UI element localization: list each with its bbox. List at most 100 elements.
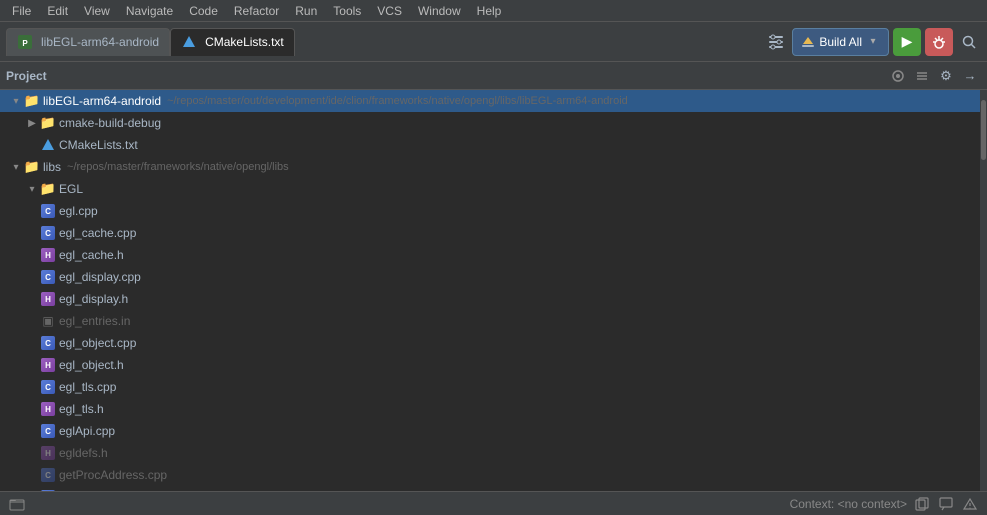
menu-run[interactable]: Run	[287, 2, 325, 20]
run-icon: ▶	[902, 33, 913, 50]
tree-item-egldefs-h[interactable]: H egldefs.h	[0, 442, 980, 464]
egldefs-h-label: egldefs.h	[59, 446, 108, 460]
build-dropdown-arrow[interactable]: ▾	[866, 35, 880, 49]
tree-item-getProcAddress-cpp[interactable]: C getProcAddress.cpp	[0, 464, 980, 486]
scrollbar[interactable]	[980, 90, 987, 491]
tab-project[interactable]: P libEGL-arm64-android	[6, 28, 170, 56]
panel-close-icon[interactable]: →	[959, 65, 981, 87]
tree-root-label: libEGL-arm64-android	[43, 94, 161, 108]
statusbar-folder-icon[interactable]	[8, 495, 26, 513]
h-icon-egl-object: H	[40, 357, 56, 373]
project-panel-label: Project	[6, 69, 47, 83]
egl-display-cpp-label: egl_display.cpp	[59, 270, 141, 284]
tree-item-egl-entries-in[interactable]: ▣ egl_entries.in	[0, 310, 980, 332]
tree-item-root[interactable]: ▾ 📁 libEGL-arm64-android ~/repos/master/…	[0, 90, 980, 112]
build-all-label: Build All	[819, 35, 862, 49]
cmake-file-icon	[40, 137, 56, 153]
eglApi-cpp-label: eglApi.cpp	[59, 424, 115, 438]
folder-icon-root: 📁	[24, 93, 40, 109]
h-icon-egldefs: H	[40, 445, 56, 461]
panel-gear-icon[interactable]: ⚙	[935, 65, 957, 87]
toolbar-right: Build All ▾ ▶	[764, 28, 981, 56]
project-tree[interactable]: ▾ 📁 libEGL-arm64-android ~/repos/master/…	[0, 90, 980, 491]
cpp-icon-egl-cache: C	[40, 225, 56, 241]
tree-item-egl-display-h[interactable]: H egl_display.h	[0, 288, 980, 310]
panel-collapse-icon[interactable]	[911, 65, 933, 87]
menu-vcs[interactable]: VCS	[369, 2, 410, 20]
menubar: File Edit View Navigate Code Refactor Ru…	[0, 0, 987, 22]
tree-item-egl-cache-h[interactable]: H egl_cache.h	[0, 244, 980, 266]
tree-item-libs[interactable]: ▾ 📁 libs ~/repos/master/frameworks/nativ…	[0, 156, 980, 178]
tree-item-egl-display-cpp[interactable]: C egl_display.cpp	[0, 266, 980, 288]
libs-label: libs	[43, 160, 61, 174]
egl-cpp-label: egl.cpp	[59, 204, 98, 218]
getProcAddress-cpp-label: getProcAddress.cpp	[59, 468, 167, 482]
cmakelists-label: CMakeLists.txt	[59, 138, 138, 152]
tab-cmake-label: CMakeLists.txt	[205, 35, 284, 49]
egl-cache-cpp-label: egl_cache.cpp	[59, 226, 136, 240]
folder-icon-cmake-build: 📁	[40, 115, 56, 131]
menu-tools[interactable]: Tools	[325, 2, 369, 20]
panel-settings-icon[interactable]	[887, 65, 909, 87]
toolbar: P libEGL-arm64-android CMakeLists.txt	[0, 22, 987, 62]
tree-item-cmakelists[interactable]: CMakeLists.txt	[0, 134, 980, 156]
statusbar-copy-icon[interactable]	[913, 495, 931, 513]
expand-libs[interactable]: ▾	[8, 159, 24, 175]
EGL-label: EGL	[59, 182, 83, 196]
statusbar: Context: <no context>	[0, 491, 987, 515]
statusbar-left	[8, 495, 26, 513]
context-label: Context: <no context>	[790, 497, 907, 511]
menu-view[interactable]: View	[76, 2, 118, 20]
expand-root[interactable]: ▾	[8, 93, 24, 109]
statusbar-warning-icon[interactable]	[961, 495, 979, 513]
tab-cmake[interactable]: CMakeLists.txt	[170, 28, 295, 56]
svg-text:P: P	[22, 39, 28, 48]
egl-tls-cpp-label: egl_tls.cpp	[59, 380, 116, 394]
cpp-icon-eglApi: C	[40, 423, 56, 439]
tree-item-egl-cache-cpp[interactable]: C egl_cache.cpp	[0, 222, 980, 244]
egl-tls-h-label: egl_tls.h	[59, 402, 104, 416]
cpp-icon-egl-tls: C	[40, 379, 56, 395]
cpp-icon-egl-display: C	[40, 269, 56, 285]
menu-code[interactable]: Code	[181, 2, 226, 20]
tree-item-egl-object-cpp[interactable]: C egl_object.cpp	[0, 332, 980, 354]
tab-bar: P libEGL-arm64-android CMakeLists.txt	[6, 28, 381, 56]
run-button[interactable]: ▶	[893, 28, 921, 56]
statusbar-right: Context: <no context>	[790, 495, 979, 513]
build-all-button[interactable]: Build All ▾	[792, 28, 889, 56]
tree-item-egl-tls-h[interactable]: H egl_tls.h	[0, 398, 980, 420]
cmake-build-label: cmake-build-debug	[59, 116, 161, 130]
cpp-icon-egl: C	[40, 203, 56, 219]
scrollbar-thumb[interactable]	[981, 100, 986, 160]
menu-window[interactable]: Window	[410, 2, 469, 20]
h-icon-egl-cache: H	[40, 247, 56, 263]
tree-root-path: ~/repos/master/out/development/ide/clion…	[167, 95, 628, 107]
tree-item-EGL[interactable]: ▾ 📁 EGL	[0, 178, 980, 200]
expand-cmake-build[interactable]: ▶	[24, 115, 40, 131]
h-icon-egl-tls: H	[40, 401, 56, 417]
egl-entries-in-label: egl_entries.in	[59, 314, 130, 328]
egl-cache-h-label: egl_cache.h	[59, 248, 124, 262]
tree-item-egl-object-h[interactable]: H egl_object.h	[0, 354, 980, 376]
project-icon: P	[17, 34, 33, 50]
menu-edit[interactable]: Edit	[39, 2, 76, 20]
tree-item-cmake-build-debug[interactable]: ▶ 📁 cmake-build-debug	[0, 112, 980, 134]
menu-refactor[interactable]: Refactor	[226, 2, 287, 20]
menu-file[interactable]: File	[4, 2, 39, 20]
expand-EGL[interactable]: ▾	[24, 181, 40, 197]
toolbar-settings-icon[interactable]	[764, 30, 788, 54]
tree-item-eglApi-cpp[interactable]: C eglApi.cpp	[0, 420, 980, 442]
menu-help[interactable]: Help	[469, 2, 510, 20]
search-button[interactable]	[957, 30, 981, 54]
tree-item-egl-cpp[interactable]: C egl.cpp	[0, 200, 980, 222]
cmake-icon	[181, 34, 197, 50]
menu-navigate[interactable]: Navigate	[118, 2, 181, 20]
debug-button[interactable]	[925, 28, 953, 56]
libs-path: ~/repos/master/frameworks/native/opengl/…	[67, 161, 289, 173]
egl-object-h-label: egl_object.h	[59, 358, 124, 372]
statusbar-chat-icon[interactable]	[937, 495, 955, 513]
egl-object-cpp-label: egl_object.cpp	[59, 336, 136, 350]
egl-display-h-label: egl_display.h	[59, 292, 128, 306]
folder-icon-libs: 📁	[24, 159, 40, 175]
tree-item-egl-tls-cpp[interactable]: C egl_tls.cpp	[0, 376, 980, 398]
